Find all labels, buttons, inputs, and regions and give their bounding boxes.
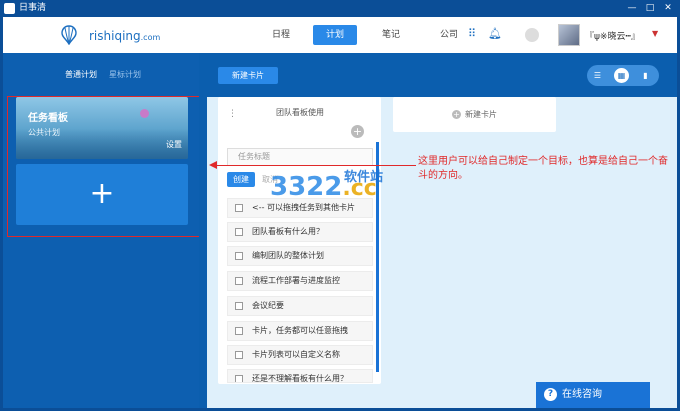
new-card-button[interactable]: 新建卡片: [218, 67, 278, 84]
annotation-arrow: [211, 165, 416, 166]
nav-plan[interactable]: 计划: [313, 25, 357, 45]
apps-grid-icon[interactable]: ⠿: [466, 28, 478, 40]
brand-name[interactable]: rishiqing.com: [89, 29, 160, 43]
nav-company[interactable]: 公司: [433, 25, 465, 45]
maximize-button[interactable]: □: [642, 0, 658, 17]
chart-view-icon[interactable]: ▮: [638, 68, 653, 83]
task-title-input[interactable]: 任务标题: [227, 148, 373, 166]
drag-handle-icon[interactable]: ⋮: [228, 109, 237, 119]
task-item[interactable]: 还是不理解看板有什么用？: [227, 369, 373, 383]
tab-normal-plan[interactable]: 普通计划: [65, 69, 97, 80]
minimize-button[interactable]: —: [624, 0, 640, 17]
task-item[interactable]: 会议纪要: [227, 296, 373, 316]
new-card-column[interactable]: + 新建卡片: [393, 97, 556, 132]
window-titlebar: 日事清 — □ ✕: [0, 0, 680, 17]
task-checkbox[interactable]: [235, 351, 243, 359]
default-avatar[interactable]: [525, 28, 539, 42]
main-left-band: [199, 97, 207, 408]
close-button[interactable]: ✕: [660, 0, 676, 17]
username[interactable]: 『ψ※晓云┅』: [585, 29, 640, 42]
annotation-arrow-head: [209, 161, 217, 169]
annotation-highlight-box: [7, 96, 205, 237]
nav-schedule[interactable]: 日程: [265, 25, 297, 45]
annotation-text: 这里用户可以给自己制定一个目标，也算是给自己一个奋斗的方向。: [418, 156, 668, 181]
create-task-button[interactable]: 创建: [227, 172, 255, 187]
tab-star-plan[interactable]: 星标计划: [109, 69, 141, 80]
list-view-icon[interactable]: ☰: [590, 68, 605, 83]
task-checkbox[interactable]: [235, 204, 243, 212]
balloon-logo-icon: [61, 25, 77, 45]
question-icon: ?: [544, 388, 557, 401]
user-menu-caret-icon[interactable]: ▼: [652, 29, 658, 38]
nav-notes[interactable]: 笔记: [375, 25, 407, 45]
task-item[interactable]: 卡片，任务都可以任意拖拽: [227, 321, 373, 341]
top-header: rishiqing.com 日程 计划 笔记 公司 ⠿ 🔔︎ 『ψ※晓云┅』 ▼: [3, 17, 677, 53]
column-title[interactable]: 团队看板使用: [276, 107, 324, 118]
task-checkbox[interactable]: [235, 277, 243, 285]
task-item[interactable]: 卡片列表可以自定义名称: [227, 345, 373, 365]
app-logo-icon: [4, 3, 15, 14]
window-title: 日事清: [19, 3, 47, 13]
task-item[interactable]: 团队看板有什么用？: [227, 222, 373, 242]
task-checkbox[interactable]: [235, 327, 243, 335]
view-toggle: ☰ ▦ ▮: [587, 65, 659, 86]
add-task-icon[interactable]: +: [351, 125, 364, 138]
online-consult-button[interactable]: ? 在线咨询: [536, 382, 650, 408]
task-checkbox[interactable]: [235, 375, 243, 382]
plus-icon: +: [452, 110, 461, 119]
task-checkbox[interactable]: [235, 228, 243, 236]
task-checkbox[interactable]: [235, 302, 243, 310]
task-item[interactable]: 流程工作部署与进度监控: [227, 271, 373, 291]
task-checkbox[interactable]: [235, 252, 243, 260]
watermark: 3322.cc 软件站: [270, 170, 384, 202]
bell-icon[interactable]: 🔔︎: [488, 28, 502, 40]
board-view-icon[interactable]: ▦: [614, 68, 629, 83]
user-avatar[interactable]: [558, 24, 580, 46]
task-item[interactable]: 编制团队的整体计划: [227, 246, 373, 266]
